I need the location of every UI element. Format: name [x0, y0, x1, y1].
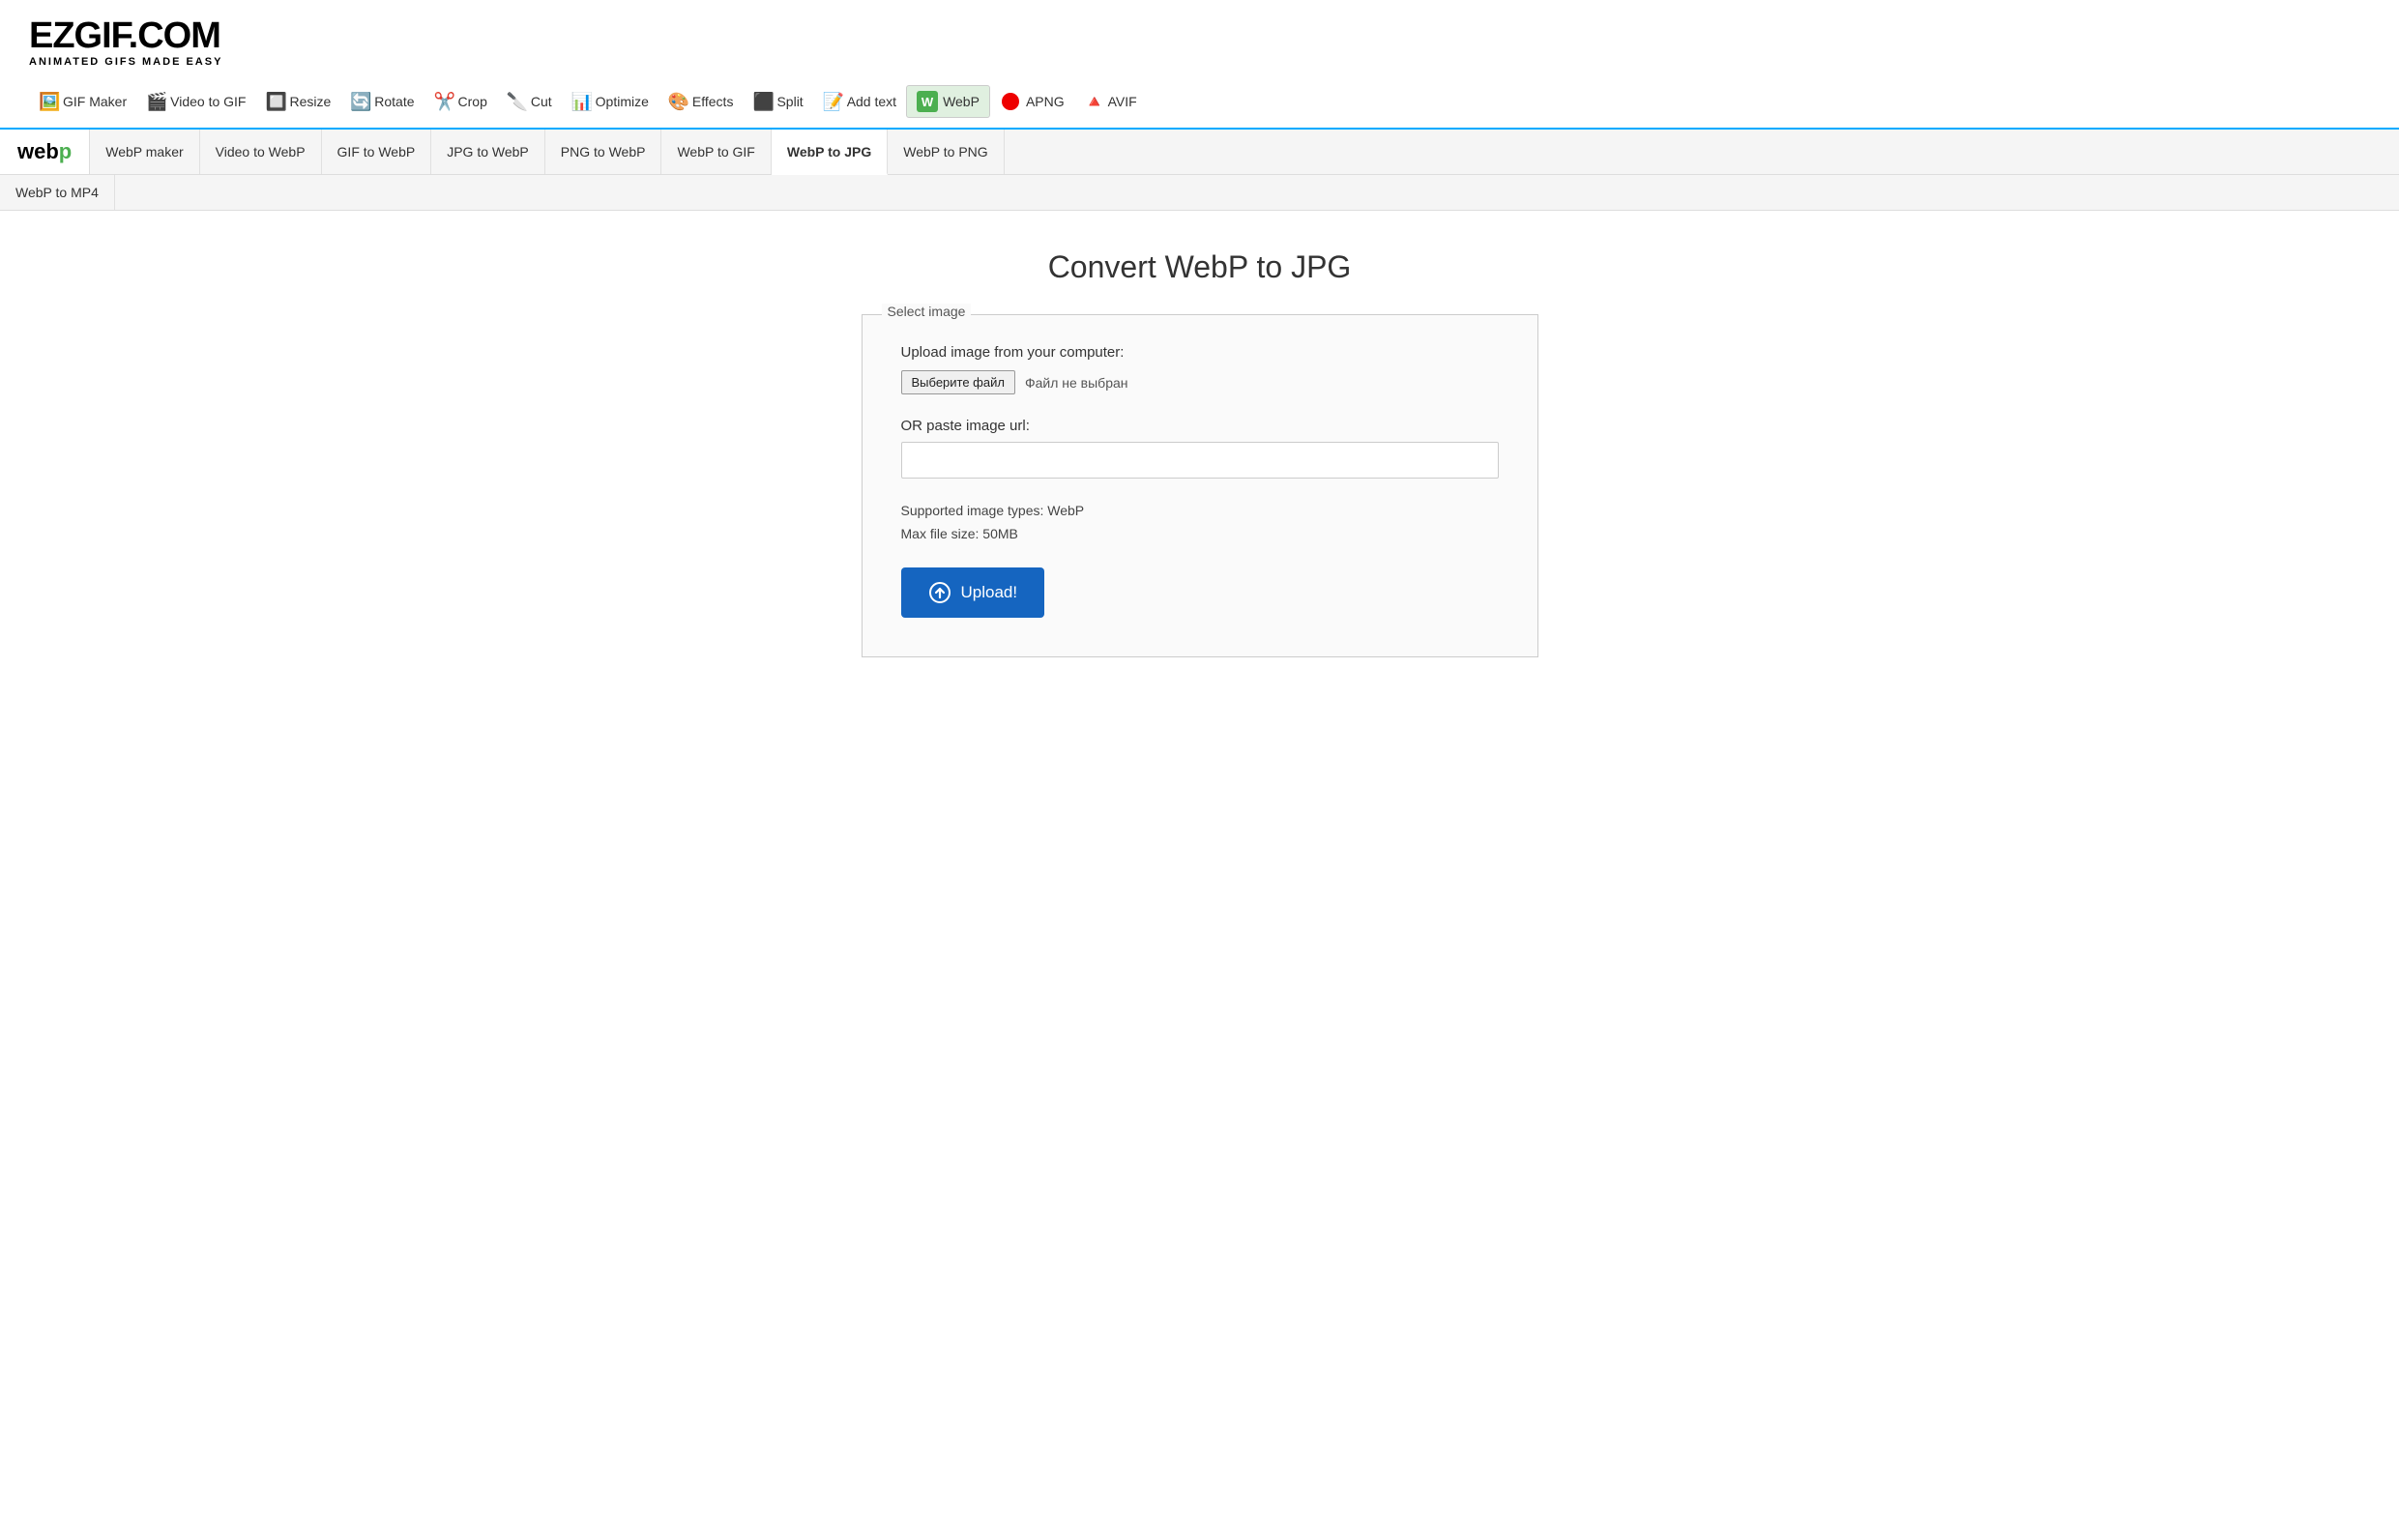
top-nav: 🖼️ GIF Maker 🎬 Video to GIF 🔲 Resize 🔄 R…	[0, 77, 2399, 118]
nav-crop[interactable]: ✂️ Crop	[424, 87, 497, 116]
nav-crop-label: Crop	[458, 94, 487, 109]
apng-icon	[1000, 91, 1021, 112]
page-title: Convert WebP to JPG	[1048, 249, 1352, 285]
gif-maker-icon: 🖼️	[39, 92, 58, 111]
nav-video-to-gif[interactable]: 🎬 Video to GIF	[136, 87, 255, 116]
upload-btn-label: Upload!	[961, 583, 1018, 602]
nav-gif-maker[interactable]: 🖼️ GIF Maker	[29, 87, 136, 116]
sub-tab-video-to-webp-label: Video to WebP	[216, 144, 306, 160]
cut-icon: 🔪	[507, 92, 526, 111]
optimize-icon: 📊	[571, 92, 591, 111]
sub-nav-bar: webp WebP maker Video to WebP GIF to Web…	[0, 128, 2399, 175]
sub-tab-jpg-to-webp[interactable]: JPG to WebP	[431, 130, 545, 174]
logo-text: EZGIF.COM	[29, 17, 2370, 54]
video-to-gif-icon: 🎬	[146, 92, 165, 111]
nav-apng[interactable]: APNG	[990, 86, 1074, 117]
sub-nav-row2: WebP to MP4	[0, 175, 2399, 211]
no-file-text: Файл не выбран	[1025, 375, 1128, 391]
sub-tab-webp-maker-label: WebP maker	[105, 144, 183, 160]
main-content: Convert WebP to JPG Select image Upload …	[0, 211, 2399, 696]
supported-types: Supported image types: WebP	[901, 503, 1085, 518]
add-text-icon: 📝	[823, 92, 842, 111]
nav-cut[interactable]: 🔪 Cut	[497, 87, 562, 116]
sub-tab-webp-maker[interactable]: WebP maker	[90, 130, 199, 174]
nav-avif-label: AVIF	[1108, 94, 1137, 109]
nav-gif-maker-label: GIF Maker	[63, 94, 127, 109]
logo: EZGIF.COM ANIMATED GIFS MADE EASY	[29, 17, 2370, 68]
sub-tab-webp-to-gif-label: WebP to GIF	[677, 144, 754, 160]
upload-card: Select image Upload image from your comp…	[862, 314, 1538, 657]
sub-tab-video-to-webp[interactable]: Video to WebP	[200, 130, 322, 174]
nav-rotate-label: Rotate	[374, 94, 414, 109]
sub-tab-webp-to-png[interactable]: WebP to PNG	[888, 130, 1004, 174]
nav-optimize-label: Optimize	[596, 94, 649, 109]
sub-tab-jpg-to-webp-label: JPG to WebP	[447, 144, 529, 160]
upload-icon	[928, 581, 951, 604]
resize-icon: 🔲	[265, 92, 284, 111]
nav-cut-label: Cut	[531, 94, 552, 109]
nav-add-text[interactable]: 📝 Add text	[813, 87, 906, 116]
or-paste-label: OR paste image url:	[901, 418, 1499, 434]
nav-effects[interactable]: 🎨 Effects	[658, 87, 744, 116]
header: EZGIF.COM ANIMATED GIFS MADE EASY	[0, 0, 2399, 77]
effects-icon: 🎨	[668, 92, 688, 111]
nav-split[interactable]: ⬛ Split	[743, 87, 812, 116]
webp-icon: W	[917, 91, 938, 112]
nav-resize-label: Resize	[289, 94, 331, 109]
logo-main: EZGIF.COM	[29, 15, 220, 56]
avif-icon: 🔺	[1084, 92, 1103, 111]
nav-add-text-label: Add text	[847, 94, 896, 109]
sub-tab-webp-to-jpg[interactable]: WebP to JPG	[772, 130, 888, 175]
file-input-row: Выберите файл Файл не выбран	[901, 370, 1499, 394]
nav-webp-label: WebP	[943, 94, 980, 109]
sub-tab-webp-to-mp4[interactable]: WebP to MP4	[0, 175, 115, 210]
sub-tab-png-to-webp-label: PNG to WebP	[561, 144, 646, 160]
url-input[interactable]	[901, 442, 1499, 479]
webp-logo: webp	[0, 130, 90, 174]
upload-button[interactable]: Upload!	[901, 567, 1045, 618]
max-file-size: Max file size: 50MB	[901, 526, 1018, 541]
split-icon: ⬛	[752, 92, 772, 111]
sub-tab-webp-to-png-label: WebP to PNG	[903, 144, 987, 160]
sub-tab-webp-to-mp4-label: WebP to MP4	[15, 185, 99, 200]
card-legend: Select image	[882, 304, 972, 319]
nav-optimize[interactable]: 📊 Optimize	[562, 87, 658, 116]
sub-tab-gif-to-webp-label: GIF to WebP	[337, 144, 416, 160]
nav-apng-label: APNG	[1026, 94, 1065, 109]
nav-split-label: Split	[776, 94, 803, 109]
logo-sub: ANIMATED GIFS MADE EASY	[29, 56, 2370, 68]
webp-logo-text: web	[17, 139, 59, 164]
sub-tab-webp-to-gif[interactable]: WebP to GIF	[661, 130, 771, 174]
nav-avif[interactable]: 🔺 AVIF	[1074, 87, 1147, 116]
upload-label: Upload image from your computer:	[901, 344, 1499, 361]
nav-effects-label: Effects	[692, 94, 734, 109]
supported-info: Supported image types: WebP Max file siz…	[901, 500, 1499, 546]
nav-resize[interactable]: 🔲 Resize	[255, 87, 340, 116]
webp-logo-p: p	[59, 139, 72, 164]
choose-file-button[interactable]: Выберите файл	[901, 370, 1015, 394]
sub-tab-png-to-webp[interactable]: PNG to WebP	[545, 130, 662, 174]
nav-webp[interactable]: W WebP	[906, 85, 990, 118]
sub-tab-webp-to-jpg-label: WebP to JPG	[787, 144, 871, 160]
nav-video-to-gif-label: Video to GIF	[170, 94, 246, 109]
rotate-icon: 🔄	[350, 92, 369, 111]
sub-tab-gif-to-webp[interactable]: GIF to WebP	[322, 130, 432, 174]
crop-icon: ✂️	[434, 92, 453, 111]
nav-rotate[interactable]: 🔄 Rotate	[340, 87, 424, 116]
